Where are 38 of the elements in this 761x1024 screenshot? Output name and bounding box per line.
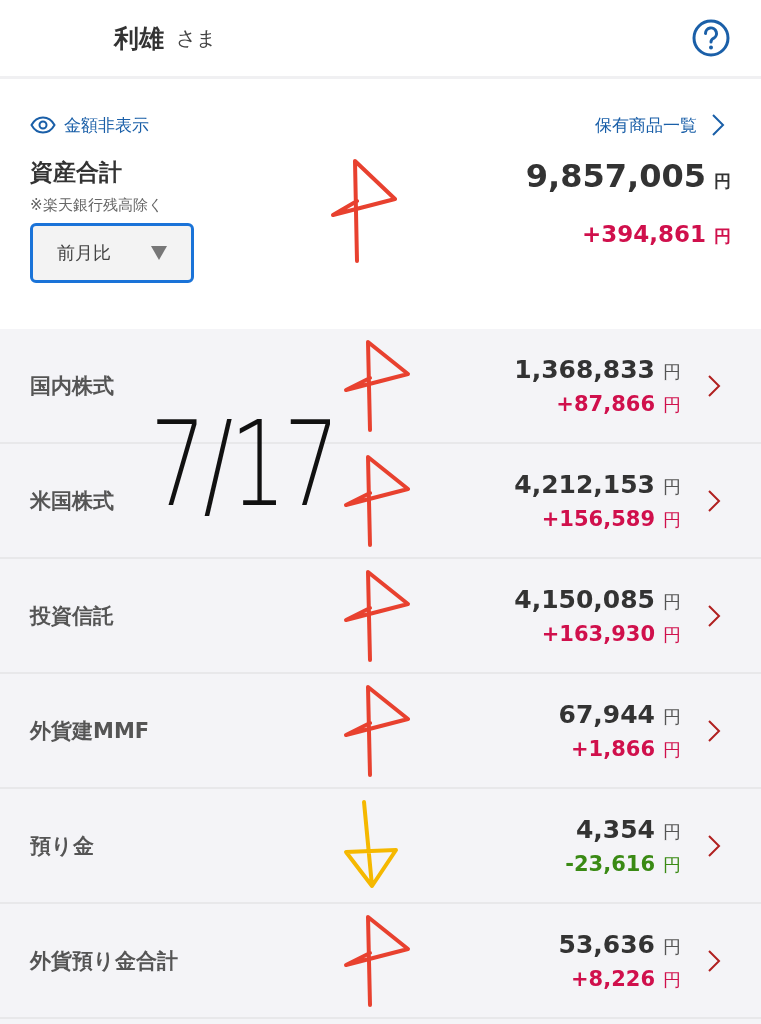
- chevron-right-icon: [707, 833, 721, 858]
- asset-change: +87,866 円: [556, 391, 681, 417]
- dropdown-triangle-icon: [151, 246, 167, 260]
- asset-change: +1,866 円: [570, 736, 681, 762]
- asset-label: 預り金: [30, 832, 95, 860]
- chevron-right-icon: [707, 373, 721, 398]
- total-amount: 9,857,005 円: [525, 157, 731, 195]
- asset-label: 外貨預り金合計: [30, 947, 179, 975]
- user-name: 利雄: [114, 22, 164, 55]
- asset-label: 米国株式: [30, 487, 115, 515]
- honorific: さま: [176, 24, 216, 52]
- total-change: +394,861 円: [581, 221, 731, 248]
- asset-change: +8,226 円: [570, 966, 681, 992]
- help-icon[interactable]: [691, 18, 731, 58]
- chevron-right-icon: [707, 488, 721, 513]
- asset-change: +163,930 円: [541, 621, 681, 647]
- total-assets-title: 資産合計: [30, 158, 123, 187]
- holdings-list-link[interactable]: 保有商品一覧: [595, 113, 725, 137]
- chevron-right-icon: [711, 113, 725, 137]
- asset-value: 1,368,833 円: [514, 354, 681, 384]
- asset-value: 53,636 円: [558, 929, 681, 959]
- asset-value: 67,944 円: [558, 699, 681, 729]
- asset-value: 4,212,153 円: [514, 469, 681, 499]
- chevron-right-icon: [707, 948, 721, 973]
- asset-change: +156,589 円: [541, 506, 681, 532]
- hide-amounts-link[interactable]: 金額非表示: [30, 113, 149, 137]
- handwritten-note: 7/17: [150, 405, 337, 523]
- period-select[interactable]: 前月比: [30, 223, 194, 283]
- asset-label: 国内株式: [30, 372, 115, 400]
- eye-icon: [30, 116, 56, 134]
- asset-label: 外貨建MMF: [30, 717, 151, 745]
- chevron-right-icon: [707, 718, 721, 743]
- chevron-right-icon: [707, 603, 721, 628]
- asset-change: -23,616 円: [565, 851, 681, 877]
- asset-label: 投資信託: [30, 602, 115, 630]
- note-text: ※楽天銀行残高除く: [30, 196, 164, 215]
- asset-value: 4,150,085 円: [514, 584, 681, 614]
- asset-value: 4,354 円: [575, 814, 681, 844]
